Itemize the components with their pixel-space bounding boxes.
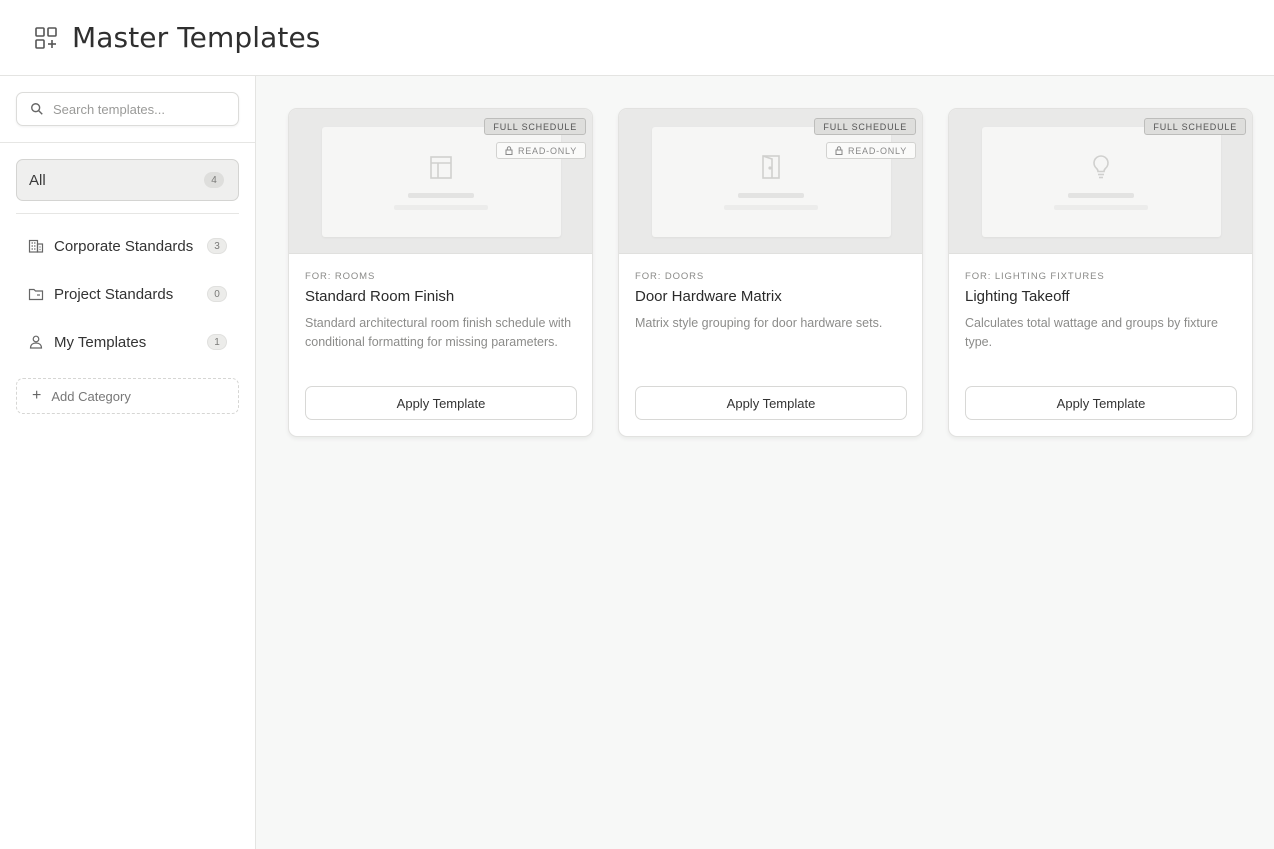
full-schedule-badge: FULL SCHEDULE xyxy=(1144,118,1246,135)
card-body: FOR: ROOMS Standard Room Finish Standard… xyxy=(305,271,578,352)
sidebar-item-label: Corporate Standards xyxy=(54,237,194,255)
lock-icon xyxy=(835,146,843,155)
read-only-badge: READ-ONLY xyxy=(825,142,916,159)
template-target: FOR: LIGHTING FIXTURES xyxy=(965,271,1105,282)
sidebar: All 4 Corporate Standards 3 Project Stan… xyxy=(0,76,256,849)
sidebar-item-corporate-standards[interactable]: Corporate Standards 3 xyxy=(16,228,239,264)
divider xyxy=(0,142,255,143)
template-title: Lighting Takeoff xyxy=(965,288,1070,305)
count-badge: 0 xyxy=(207,286,227,302)
template-grid: FULL SCHEDULE READ-ONLY FOR: ROOMS Stand… xyxy=(256,76,1274,849)
template-preview: FULL SCHEDULE xyxy=(949,109,1252,254)
template-description: Calculates total wattage and groups by f… xyxy=(965,316,1218,349)
full-schedule-badge: FULL SCHEDULE xyxy=(484,118,586,135)
template-preview: FULL SCHEDULE READ-ONLY xyxy=(289,109,592,254)
template-title: Door Hardware Matrix xyxy=(635,288,782,305)
full-schedule-badge: FULL SCHEDULE xyxy=(814,118,916,135)
preview-sheet xyxy=(982,127,1221,237)
add-category-label: Add Category xyxy=(51,388,131,404)
template-description: Matrix style grouping for door hardware … xyxy=(635,316,883,330)
lightbulb-icon xyxy=(1093,155,1109,179)
room-icon xyxy=(430,156,452,179)
template-card: FULL SCHEDULE READ-ONLY FOR: DOORS Door … xyxy=(618,108,923,437)
add-category-button[interactable]: + Add Category xyxy=(16,378,239,414)
folder-icon xyxy=(28,288,44,301)
door-icon xyxy=(762,155,780,179)
apply-template-button[interactable]: Apply Template xyxy=(305,386,577,420)
count-badge: 3 xyxy=(207,238,227,254)
template-target: FOR: DOORS xyxy=(635,271,705,282)
building-icon xyxy=(28,239,44,253)
card-body: FOR: LIGHTING FIXTURES Lighting Takeoff … xyxy=(965,271,1238,352)
sidebar-item-label: My Templates xyxy=(54,333,147,351)
count-badge: 1 xyxy=(207,334,227,350)
search-icon xyxy=(31,103,43,115)
apply-template-button[interactable]: Apply Template xyxy=(635,386,907,420)
template-preview: FULL SCHEDULE READ-ONLY xyxy=(619,109,922,254)
template-description: Standard architectural room finish sched… xyxy=(305,316,572,349)
template-title: Standard Room Finish xyxy=(305,288,455,305)
template-target: FOR: ROOMS xyxy=(305,271,376,282)
user-icon xyxy=(29,335,43,349)
sidebar-item-my-templates[interactable]: My Templates 1 xyxy=(16,324,239,360)
read-only-label: READ-ONLY xyxy=(517,145,577,156)
app-header: Master Templates xyxy=(0,0,1274,76)
sidebar-item-label: All xyxy=(29,171,46,189)
page-title: Master Templates xyxy=(72,21,321,54)
apply-template-button[interactable]: Apply Template xyxy=(965,386,1237,420)
read-only-badge: READ-ONLY xyxy=(495,142,586,159)
template-card: FULL SCHEDULE FOR: LIGHTING FIXTURES Lig… xyxy=(948,108,1253,437)
sidebar-item-all[interactable]: All 4 xyxy=(16,159,239,201)
search-input[interactable] xyxy=(53,101,223,117)
sidebar-item-project-standards[interactable]: Project Standards 0 xyxy=(16,276,239,312)
count-badge: 4 xyxy=(204,172,224,188)
card-body: FOR: DOORS Door Hardware Matrix Matrix s… xyxy=(635,271,908,333)
divider xyxy=(16,213,239,214)
search-box xyxy=(16,92,239,126)
template-card: FULL SCHEDULE READ-ONLY FOR: ROOMS Stand… xyxy=(288,108,593,437)
plus-icon: + xyxy=(32,387,42,404)
read-only-label: READ-ONLY xyxy=(847,145,907,156)
lock-icon xyxy=(505,146,513,155)
grid-plus-icon xyxy=(35,26,57,49)
sidebar-item-label: Project Standards xyxy=(54,285,174,303)
